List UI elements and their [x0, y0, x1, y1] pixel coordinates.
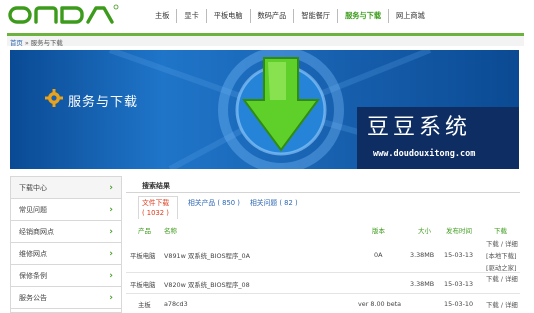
gear-icon — [45, 89, 63, 107]
row-version: 0A — [374, 251, 383, 259]
column-header-version: 版本 — [372, 227, 385, 235]
row-name[interactable]: V820w 双系统_BIOS程序_08 — [164, 280, 250, 289]
nav-item-graphics-card[interactable]: 显卡 — [176, 9, 205, 23]
sidebar-item-label: 下载中心 — [19, 184, 47, 192]
row-size: 3.38MB — [410, 280, 435, 288]
site-header: 主板 显卡 平板电脑 数码产品 智能餐厅 服务与下载 网上商城 — [0, 0, 534, 30]
download-detail-link[interactable]: 下载 / 详细 — [486, 274, 518, 283]
onda-logo[interactable] — [8, 4, 120, 26]
row-product: 平板电脑 — [130, 281, 156, 289]
sidebar-item-label: 服务公告 — [19, 294, 47, 302]
results-tabs: 文件下载 ( 1032 ) 相关产品 ( 850 ) 相关问题 ( 82 ) — [126, 196, 520, 220]
tab-file-download[interactable]: 文件下载 ( 1032 ) — [138, 196, 178, 219]
column-header-size: 大小 — [418, 227, 431, 235]
breadcrumb-separator: » — [24, 39, 29, 47]
sidebar-item-announcements[interactable]: 服务公告 › — [11, 287, 121, 309]
column-header-date: 发布时间 — [446, 227, 472, 235]
nav-item-service-download[interactable]: 服务与下载 — [337, 9, 388, 23]
tab-label: 文件下载 — [142, 199, 170, 207]
sidebar-item-repair[interactable]: 维修网点 › — [11, 243, 121, 265]
service-sidebar: 下载中心 › 常见问题 › 经销商网点 › 维修网点 › 保修条例 › 服务公告… — [10, 176, 122, 313]
row-product: 主板 — [138, 301, 151, 309]
chevron-right-icon: › — [109, 227, 113, 237]
tab-count: ( 1032 ) — [142, 209, 169, 217]
chevron-right-icon: › — [109, 205, 113, 215]
tab-related-products[interactable]: 相关产品 ( 850 ) — [188, 197, 240, 207]
results-table-header: 产品 名称 版本 大小 发布时间 下载 — [126, 224, 520, 236]
search-results-panel: 搜索结果 文件下载 ( 1032 ) 相关产品 ( 850 ) 相关问题 ( 8… — [126, 176, 520, 313]
table-row: 平板电脑 V820w 双系统_BIOS程序_08 3.38MB 15-03-13… — [126, 274, 520, 294]
table-row: 平板电脑 V891w 双系统_BIOS程序_0A 0A 3.38MB 15-03… — [126, 237, 520, 273]
download-detail-link[interactable]: 下载 / 详细 — [486, 239, 518, 248]
tab-related-questions[interactable]: 相关问题 ( 82 ) — [250, 197, 298, 207]
breadcrumb-current: 服务与下载 — [30, 39, 63, 47]
chevron-right-icon: › — [109, 183, 113, 193]
download-detail-link[interactable]: 下载 / 详细 — [486, 300, 518, 309]
service-banner: 服务与下载 豆豆系统 www.doudouxitong.com — [10, 50, 519, 169]
row-size: 3.38MB — [410, 251, 435, 259]
row-name[interactable]: a78cd3 — [164, 300, 188, 308]
row-date: 15-03-13 — [444, 251, 474, 259]
nav-item-smart-restaurant[interactable]: 智能餐厅 — [293, 9, 337, 23]
nav-item-digital[interactable]: 数码产品 — [249, 9, 294, 23]
row-version: ver 8.00 beta — [358, 300, 402, 308]
brand-url: www.doudouxitong.com — [373, 149, 476, 159]
sidebar-item-label: 维修网点 — [19, 250, 47, 258]
nav-item-online-store[interactable]: 网上商城 — [388, 9, 432, 23]
download-arrow-icon — [218, 50, 344, 169]
breadcrumb-home-link[interactable]: 首页 — [10, 39, 23, 47]
breadcrumb-bar: 首页 » 服务与下载 — [7, 33, 524, 47]
main-nav: 主板 显卡 平板电脑 数码产品 智能餐厅 服务与下载 网上商城 — [148, 9, 432, 23]
row-product: 平板电脑 — [130, 252, 156, 260]
table-row: 主板 a78cd3 ver 8.00 beta 15-03-10 下载 / 详细 — [126, 295, 520, 313]
brand-watermark-box: 豆豆系统 www.doudouxitong.com — [357, 107, 519, 169]
nav-item-motherboard[interactable]: 主板 — [148, 9, 176, 23]
row-date: 15-03-13 — [444, 280, 474, 288]
chevron-right-icon: › — [109, 249, 113, 259]
local-download-link[interactable]: [本地下载] — [486, 251, 517, 260]
results-title: 搜索结果 — [142, 182, 170, 190]
sidebar-item-label: 经销商网点 — [19, 228, 54, 236]
sidebar-item-warranty[interactable]: 保修条例 › — [11, 265, 121, 287]
column-header-download: 下载 — [494, 227, 507, 235]
column-header-product: 产品 — [138, 227, 151, 235]
row-name[interactable]: V891w 双系统_BIOS程序_0A — [164, 251, 250, 260]
results-header: 搜索结果 — [126, 176, 520, 193]
sidebar-item-label: 保修条例 — [19, 272, 47, 280]
sidebar-item-download-center[interactable]: 下载中心 › — [11, 177, 121, 199]
column-header-name: 名称 — [164, 227, 177, 235]
breadcrumb: 首页 » 服务与下载 — [10, 38, 63, 47]
sidebar-item-faq[interactable]: 常见问题 › — [11, 199, 121, 221]
sidebar-item-dealers[interactable]: 经销商网点 › — [11, 221, 121, 243]
banner-title: 服务与下载 — [68, 95, 139, 110]
nav-item-tablet[interactable]: 平板电脑 — [205, 9, 250, 23]
chevron-right-icon: › — [109, 271, 113, 281]
row-date: 15-03-10 — [444, 300, 474, 308]
sidebar-item-label: 常见问题 — [19, 206, 47, 214]
chevron-right-icon: › — [109, 293, 113, 303]
mirror-download-link[interactable]: [驱动之家] — [486, 263, 517, 272]
brand-name: 豆豆系统 — [367, 115, 472, 140]
